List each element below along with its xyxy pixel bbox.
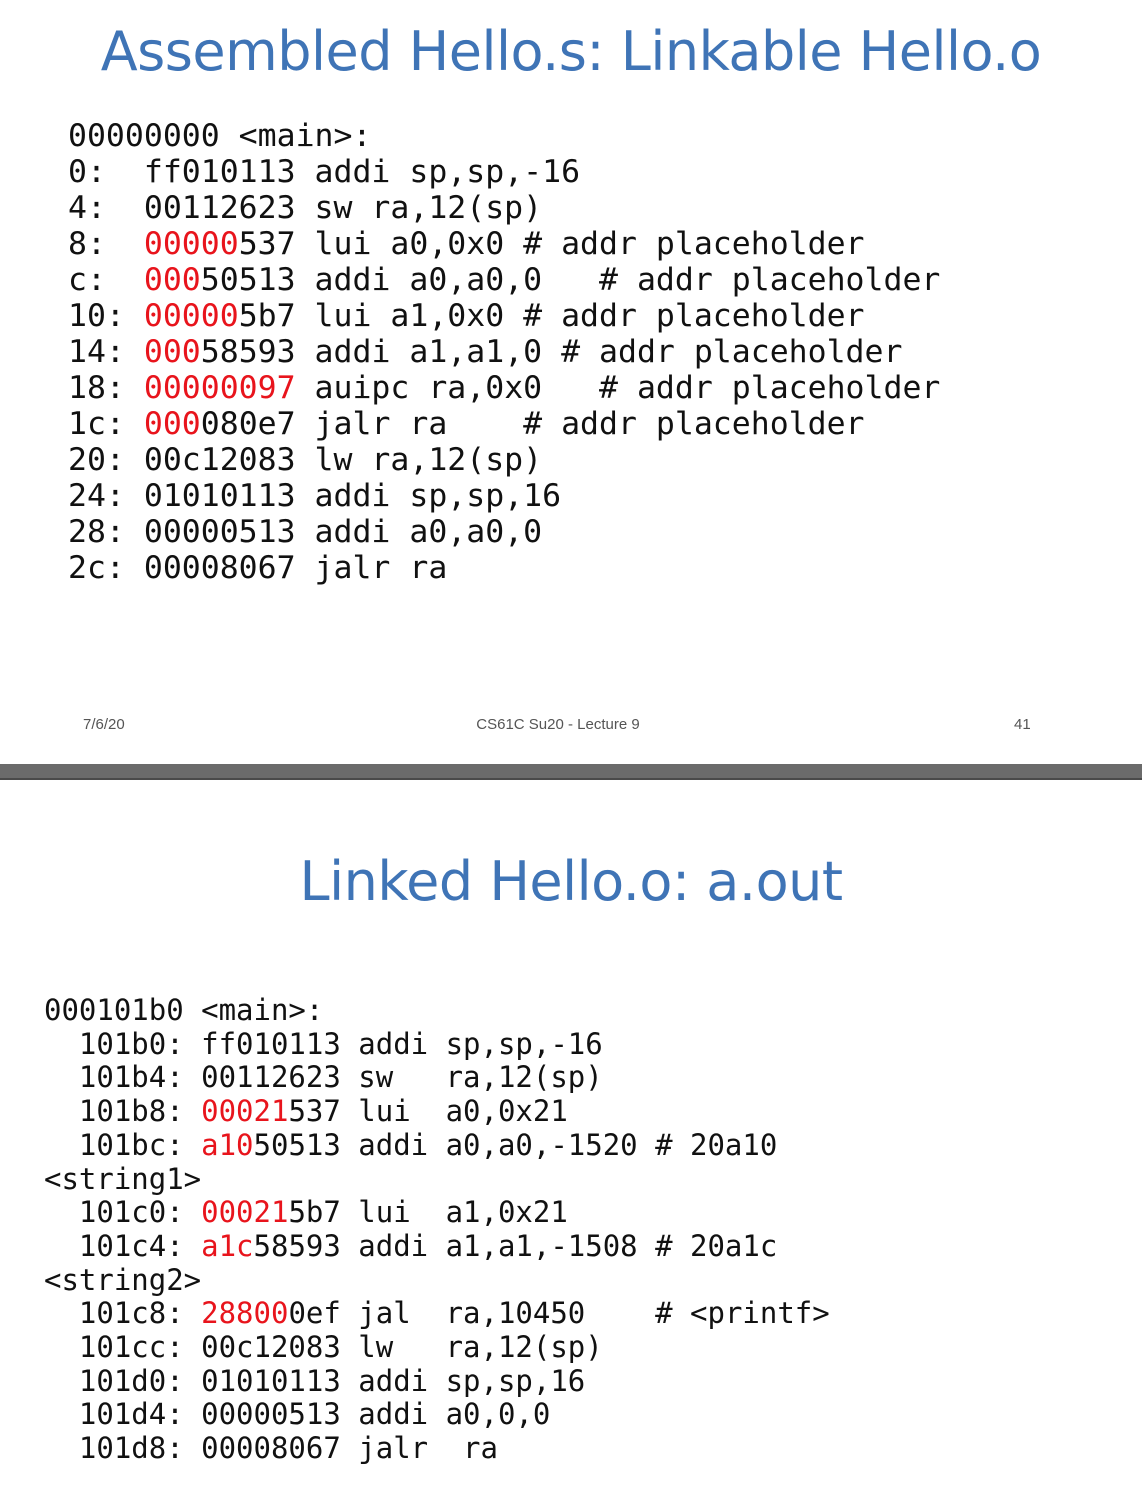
code-text: 5b7 lui a1,0x21 [288, 1195, 568, 1230]
code-text: 101d0: 01010113 addi sp,sp,16 [44, 1363, 586, 1398]
code-line: 101c0: 000215b7 lui a1,0x21 [44, 1195, 830, 1230]
code-line: 28: 00000513 addi a0,a0,0 [68, 514, 940, 550]
code-text: 5b7 lui a1,0x0 # addr placeholder [238, 298, 865, 334]
code-line: 101d8: 00008067 jalr ra [44, 1431, 830, 1466]
code-line: <string2> [44, 1262, 830, 1298]
code-line: 101b0: ff010113 addi sp,sp,-16 [44, 1026, 830, 1062]
code-text: 537 lui a0,0x21 [288, 1094, 568, 1129]
footer-course: CS61C Su20 - Lecture 9 [476, 716, 640, 733]
relocation-highlight: 00021 [201, 1094, 289, 1129]
slide-1-title: Assembled Hello.s: Linkable Hello.o [100, 20, 1042, 83]
code-text: auipc ra,0x0 # addr placeholder [295, 370, 941, 406]
code-line: 24: 01010113 addi sp,sp,16 [68, 478, 940, 514]
code-line: 101bc: a1050513 addi a0,a0,-1520 # 20a10 [44, 1127, 830, 1163]
code-text: 101b0: ff010113 addi sp,sp,-16 [44, 1026, 603, 1061]
relocation-highlight: 00021 [201, 1195, 289, 1230]
code-text: 24: 01010113 addi sp,sp,16 [68, 478, 562, 514]
relocation-highlight: 000 [143, 334, 201, 370]
code-text: 2c: 00008067 jalr ra [68, 550, 448, 586]
code-line: 101b4: 00112623 sw ra,12(sp) [44, 1061, 830, 1095]
code-text: 101d4: 00000513 addi a0,0,0 [44, 1397, 551, 1432]
code-line: 101c4: a1c58593 addi a1,a1,-1508 # 20a1c [44, 1228, 830, 1264]
code-text: 28: 00000513 addi a0,a0,0 [68, 514, 543, 550]
relocation-highlight: 000 [143, 262, 201, 298]
relocation-highlight: 00000 [143, 226, 239, 262]
code-text: 00000000 <main>: [68, 118, 372, 154]
code-line: <string1> [44, 1161, 830, 1197]
code-line: 0: ff010113 addi sp,sp,-16 [68, 154, 940, 190]
disassembly-listing-linked: 000101b0 <main>: 101b0: ff010113 addi sp… [44, 993, 830, 1466]
slide-2-title: Linked Hello.o: a.out [299, 850, 844, 913]
code-text: 101bc: [44, 1127, 202, 1162]
slide-2: Linked Hello.o: a.out 000101b0 <main>: 1… [0, 780, 1142, 1504]
code-line: 101d4: 00000513 addi a0,0,0 [44, 1398, 830, 1432]
code-line: 1c: 000080e7 jalr ra # addr placeholder [68, 406, 940, 442]
code-line: 8: 00000537 lui a0,0x0 # addr placeholde… [68, 226, 940, 262]
code-text: <string2> [44, 1262, 202, 1297]
code-text: 58593 addi a1,a1,-1508 # 20a1c [253, 1228, 778, 1263]
footer-page-number: 41 [1014, 716, 1031, 733]
code-line: 10: 000005b7 lui a1,0x0 # addr placehold… [68, 298, 940, 334]
slide-1: Assembled Hello.s: Linkable Hello.o 0000… [0, 0, 1142, 764]
relocation-highlight: 000 [143, 406, 201, 442]
code-text: 101cc: 00c12083 lw ra,12(sp) [44, 1330, 603, 1365]
code-text: 4: 00112623 sw ra,12(sp) [68, 190, 543, 226]
code-text: 0ef jal ra,10450 # <printf> [288, 1296, 830, 1331]
relocation-highlight: a1c [201, 1228, 254, 1263]
code-line: c: 00050513 addi a0,a0,0 # addr placehol… [68, 262, 940, 298]
relocation-highlight: 00000 [143, 298, 239, 334]
code-line: 101cc: 00c12083 lw ra,12(sp) [44, 1330, 830, 1365]
code-text: 101c8: [44, 1296, 202, 1331]
code-line: 4: 00112623 sw ra,12(sp) [68, 190, 940, 226]
code-text: 8: [68, 226, 144, 262]
code-text: c: [68, 262, 144, 298]
code-text: 537 lui a0,0x0 # addr placeholder [238, 226, 865, 262]
code-line: 101b8: 00021537 lui a0,0x21 [44, 1094, 830, 1129]
code-line: 101d0: 01010113 addi sp,sp,16 [44, 1363, 830, 1399]
relocation-highlight: 00000097 [143, 370, 296, 406]
code-text: 080e7 jalr ra # addr placeholder [200, 406, 865, 442]
code-text: 101d8: 00008067 jalr ra [44, 1431, 498, 1466]
code-text: 20: 00c12083 lw ra,12(sp) [68, 442, 543, 478]
code-line: 2c: 00008067 jalr ra [68, 550, 940, 586]
code-line: 00000000 <main>: [68, 118, 940, 154]
code-line: 101c8: 288000ef jal ra,10450 # <printf> [44, 1296, 830, 1331]
code-text: 18: [68, 370, 144, 406]
disassembly-listing-object: 00000000 <main>: 0: ff010113 addi sp,sp,-… [68, 118, 940, 586]
code-text: 101b8: [44, 1094, 202, 1129]
code-text: 000101b0 <main>: [44, 993, 324, 1027]
code-text: 14: [68, 334, 144, 370]
code-text: 10: [68, 298, 144, 334]
slide-divider [0, 764, 1142, 780]
code-line: 000101b0 <main>: [44, 993, 830, 1028]
code-text: 0: ff010113 addi sp,sp,-16 [68, 154, 581, 190]
code-text: <string1> [44, 1161, 202, 1196]
code-text: 101b4: 00112623 sw ra,12(sp) [44, 1060, 603, 1095]
code-line: 14: 00058593 addi a1,a1,0 # addr placeho… [68, 334, 940, 370]
code-text: 50513 addi a0,a0,0 # addr placeholder [200, 262, 941, 298]
code-text: 58593 addi a1,a1,0 # addr placeholder [200, 334, 903, 370]
relocation-highlight: a10 [201, 1127, 254, 1162]
code-line: 20: 00c12083 lw ra,12(sp) [68, 442, 940, 478]
code-line: 18: 00000097 auipc ra,0x0 # addr placeho… [68, 370, 940, 406]
code-text: 50513 addi a0,a0,-1520 # 20a10 [253, 1127, 778, 1162]
code-text: 101c4: [44, 1228, 202, 1263]
code-text: 1c: [68, 406, 144, 442]
relocation-highlight: 28800 [201, 1296, 289, 1331]
code-text: 101c0: [44, 1195, 202, 1230]
